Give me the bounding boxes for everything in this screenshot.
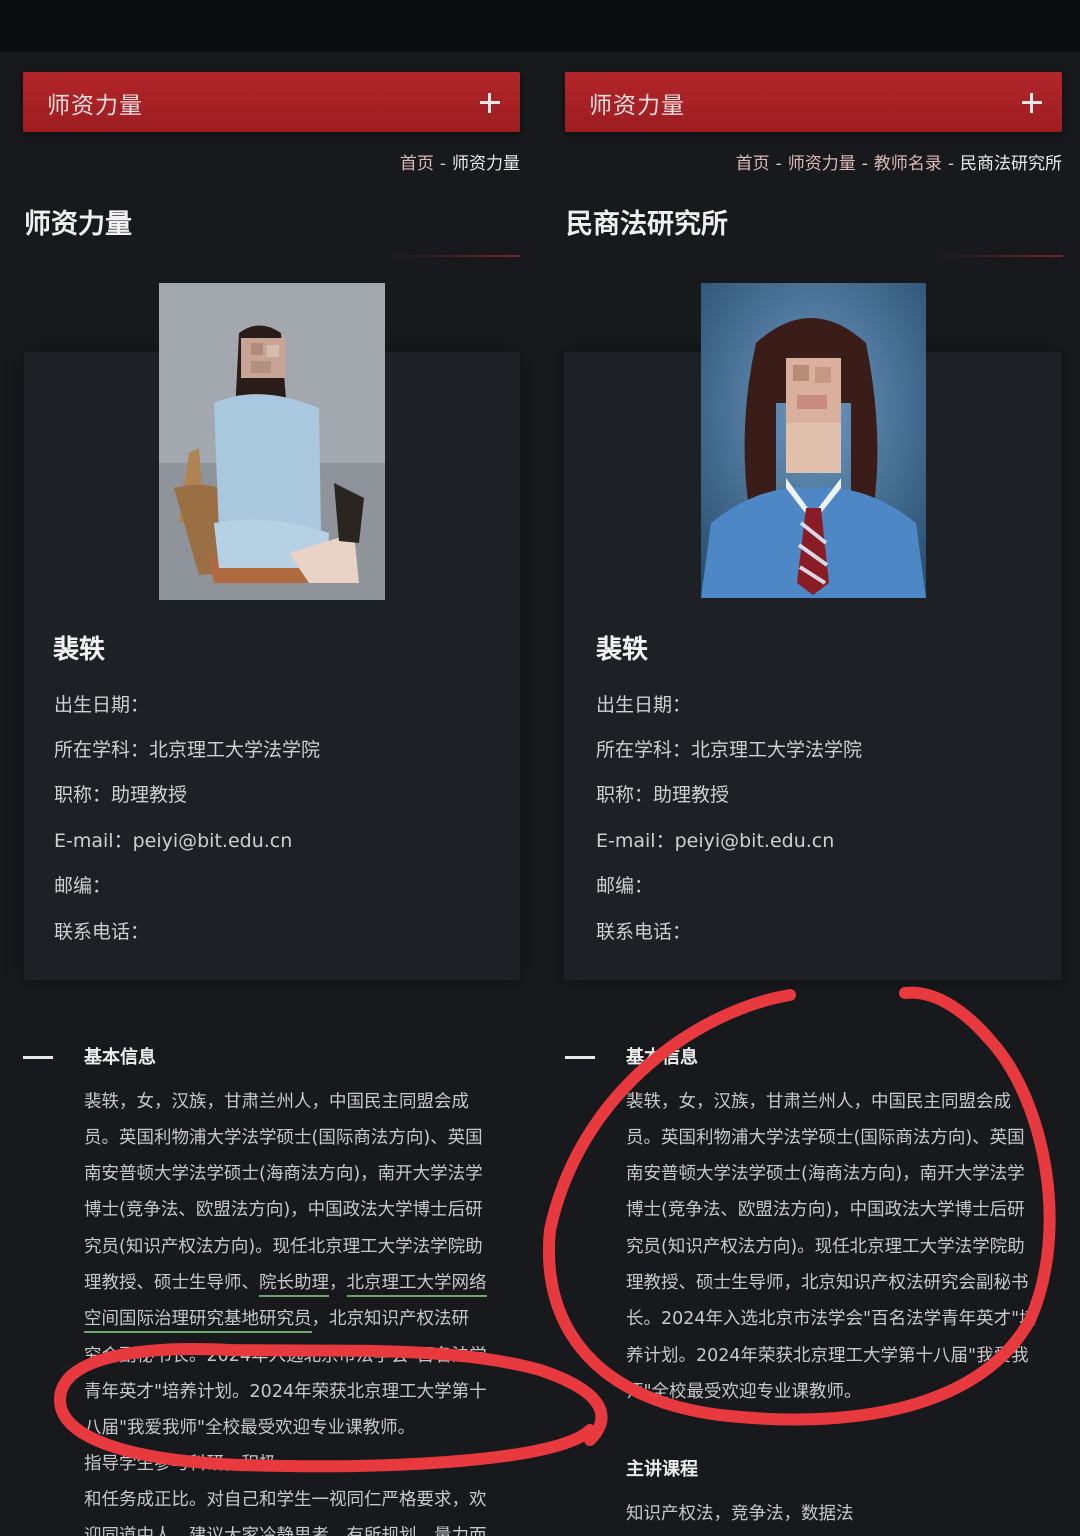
birth-date-field: 出生日期： xyxy=(54,694,150,716)
highlighted-role: 院长助理 xyxy=(259,1273,329,1297)
profile-photo xyxy=(701,283,926,598)
bio-line: 师"全校最受欢迎专业课教师。 xyxy=(626,1382,862,1402)
phone-field: 联系电话： xyxy=(596,921,692,943)
menu-bar-title: 师资力量 xyxy=(47,93,143,119)
bio-line: 究员(知识产权法方向)。现任北京理工大学法学院助 xyxy=(84,1237,483,1257)
bio-line: 南安普顿大学法学硕士(海商法方向)，南开大学法学 xyxy=(84,1164,483,1184)
discipline-field: 所在学科：北京理工大学法学院 xyxy=(54,739,321,761)
bio-line: 博士(竞争法、欧盟法方向)，中国政法大学博士后研 xyxy=(626,1200,1025,1220)
bio-line: 养计划。2024年荣获北京理工大学第十八届"我爱我 xyxy=(626,1346,1029,1366)
basic-info-heading: 基本信息 xyxy=(84,1047,156,1068)
bio-line: 理教授、硕士生导师，北京知识产权法研究会副秘书 xyxy=(626,1273,1029,1293)
section-menu-bar[interactable]: 师资力量 xyxy=(23,72,520,132)
title-divider xyxy=(933,255,1063,257)
email-field[interactable]: E-mail：peiyi@bit.edu.cn xyxy=(596,826,834,853)
phone-field: 联系电话： xyxy=(54,921,150,943)
bio-line: 员。英国利物浦大学法学硕士(国际商法方向)、英国 xyxy=(84,1128,483,1148)
bio-line: 究会副秘书长。2024年入选北京市法学会"百名法学 xyxy=(84,1346,487,1366)
title-field: 职称：助理教授 xyxy=(596,784,730,806)
top-band xyxy=(0,0,1080,52)
bio-line: 迎同道中人，建议大家冷静思考，有所规划，量力而 xyxy=(84,1526,487,1536)
title-divider xyxy=(388,255,520,257)
section-dash xyxy=(565,1056,595,1059)
bio-line: 裴轶，女，汉族，甘肃兰州人，中国民主同盟会成 xyxy=(626,1092,1011,1112)
left-screenshot: 师资力量 首页 - 师资力量 师资力量 裴轶 出生日期： 所在学科：北京理工大学法学… xyxy=(0,52,540,1536)
page-title: 师资力量 xyxy=(24,209,132,240)
bio-line: 八届"我爱我师"全校最受欢迎专业课教师。 xyxy=(84,1418,416,1438)
section-dash xyxy=(23,1056,53,1059)
menu-bar-title: 师资力量 xyxy=(589,93,685,119)
courses-text: 知识产权法，竞争法，数据法 xyxy=(626,1504,854,1524)
breadcrumb-faculty-link[interactable]: 师资力量 xyxy=(788,154,856,174)
postcode-field: 邮编： xyxy=(54,875,112,897)
bio-line: 青年英才"培养计划。2024年荣获北京理工大学第十 xyxy=(84,1382,487,1402)
breadcrumb: 首页 - 师资力量 xyxy=(399,154,520,174)
bio-line: 员。英国利物浦大学法学硕士(国际商法方向)、英国 xyxy=(626,1128,1025,1148)
section-menu-bar[interactable]: 师资力量 xyxy=(565,72,1062,132)
breadcrumb-directory-link[interactable]: 教师名录 xyxy=(874,154,942,174)
breadcrumb-current: 民商法研究所 xyxy=(960,154,1062,174)
bio-line: 究员(知识产权法方向)。现任北京理工大学法学院助 xyxy=(626,1237,1025,1257)
bio-line: 指导学生参与科研，积极 xyxy=(84,1454,277,1474)
title-field: 职称：助理教授 xyxy=(54,784,188,806)
breadcrumb-home-link[interactable]: 首页 xyxy=(400,154,434,174)
teacher-name: 裴轶 xyxy=(596,635,649,665)
breadcrumb-home-link[interactable]: 首页 xyxy=(736,154,770,174)
bio-line: 博士(竞争法、欧盟法方向)，中国政法大学博士后研 xyxy=(84,1200,483,1220)
breadcrumb: 首页 - 师资力量 - 教师名录 - 民商法研究所 xyxy=(735,154,1062,174)
birth-date-field: 出生日期： xyxy=(596,694,692,716)
highlighted-role: 北京理工大学网络 xyxy=(346,1273,487,1297)
courses-heading: 主讲课程 xyxy=(626,1459,698,1480)
bio-line: 理教授、硕士生导师、院长助理，北京理工大学网络 xyxy=(84,1269,487,1297)
bio-line: 空间国际治理研究基地研究员，北京知识产权法研 xyxy=(84,1305,469,1333)
postcode-field: 邮编： xyxy=(596,875,654,897)
bio-line: 南安普顿大学法学硕士(海商法方向)，南开大学法学 xyxy=(626,1164,1025,1184)
basic-info-heading: 基本信息 xyxy=(626,1047,698,1068)
bio-line: 裴轶，女，汉族，甘肃兰州人，中国民主同盟会成 xyxy=(84,1092,469,1112)
plus-icon[interactable] xyxy=(1018,88,1046,116)
bio-line: 和任务成正比。对自己和学生一视同仁严格要求，欢 xyxy=(84,1490,487,1510)
bio-line: 长。2024年入选北京市法学会"百名法学青年英才"培 xyxy=(626,1309,1037,1329)
profile-photo xyxy=(159,283,385,600)
teacher-name: 裴轶 xyxy=(53,635,106,665)
plus-icon[interactable] xyxy=(476,88,504,116)
highlighted-role: 空间国际治理研究基地研究员 xyxy=(84,1309,312,1333)
email-field[interactable]: E-mail：peiyi@bit.edu.cn xyxy=(54,826,292,853)
page-title: 民商法研究所 xyxy=(566,209,728,240)
discipline-field: 所在学科：北京理工大学法学院 xyxy=(596,739,863,761)
breadcrumb-current: 师资力量 xyxy=(452,154,520,174)
right-screenshot: 师资力量 首页-师资力量-教师名录-民商法研究所 民商法研究所 裴轶 xyxy=(540,52,1080,1536)
